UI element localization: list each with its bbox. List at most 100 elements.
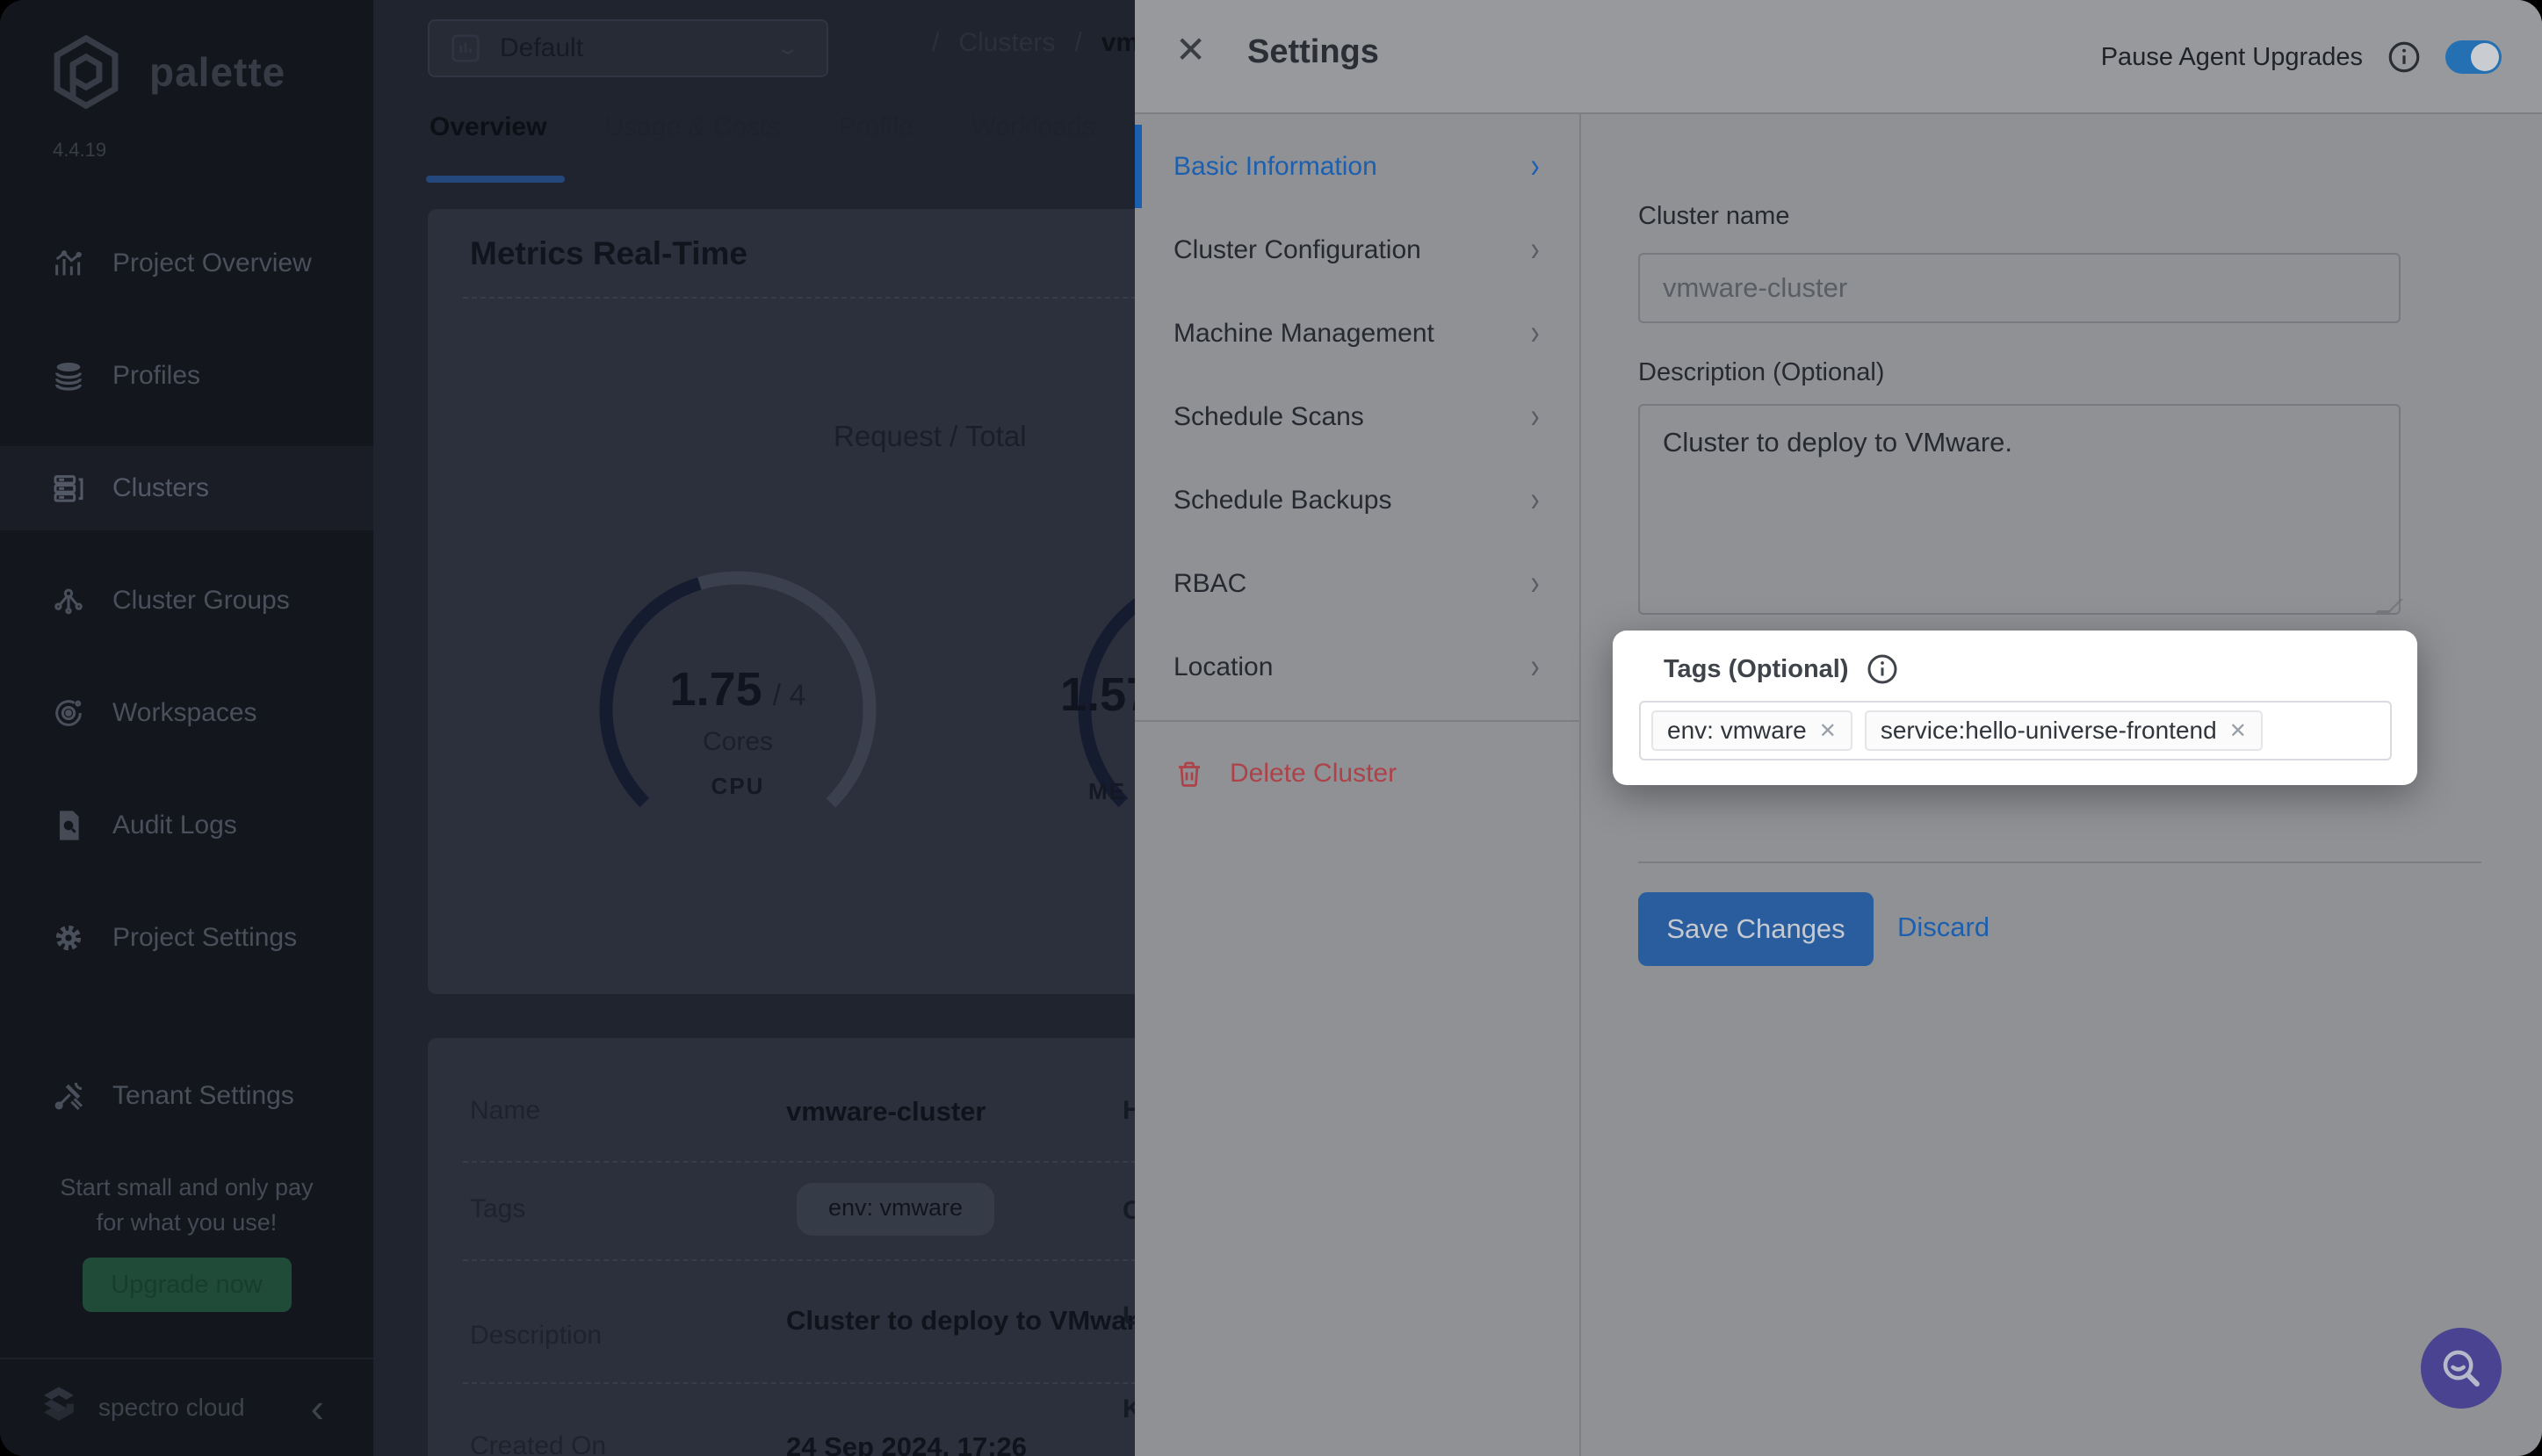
sidebar-item-profiles[interactable]: Profiles <box>0 334 373 418</box>
sidebar-item-clusters[interactable]: Clusters <box>0 446 373 530</box>
save-changes-button[interactable]: Save Changes <box>1638 892 1874 966</box>
settings-nav-cluster-configuration[interactable]: Cluster Configuration › <box>1135 208 1579 292</box>
upgrade-promo: Start small and only pay for what you us… <box>0 1170 373 1312</box>
pause-agent-upgrades-label: Pause Agent Upgrades <box>2101 43 2363 72</box>
settings-drawer: ✕ Settings Pause Agent Upgrades Basic In… <box>1135 0 2542 1456</box>
sidebar-footer: spectro cloud ‹ <box>0 1358 373 1456</box>
breadcrumb-separator: / <box>932 28 939 58</box>
tag-chip-env-vmware: env: vmware <box>797 1183 994 1236</box>
nav-item-label: Location <box>1174 652 1273 682</box>
nav-item-label: Basic Information <box>1174 152 1377 182</box>
sidebar-item-project-settings[interactable]: Project Settings <box>0 896 373 980</box>
delete-cluster-label: Delete Cluster <box>1230 759 1397 789</box>
sidebar-item-label: Clusters <box>112 473 209 503</box>
settings-nav-schedule-scans[interactable]: Schedule Scans › <box>1135 375 1579 458</box>
upgrade-now-button[interactable]: Upgrade now <box>83 1258 292 1312</box>
detail-label-tags: Tags <box>470 1194 525 1224</box>
close-icon[interactable]: ✕ <box>1175 32 1206 68</box>
chevron-right-icon: › <box>1530 314 1539 353</box>
settings-nav-schedule-backups[interactable]: Schedule Backups › <box>1135 458 1579 542</box>
sidebar-item-cluster-groups[interactable]: Cluster Groups <box>0 559 373 643</box>
chevron-right-icon: › <box>1530 564 1539 603</box>
layers-icon <box>51 358 86 393</box>
remove-tag-icon[interactable]: ✕ <box>1819 718 1837 744</box>
tools-icon <box>51 1078 86 1114</box>
detail-label-created-on: Created On <box>470 1431 606 1456</box>
sidebar-item-label: Workspaces <box>112 698 257 728</box>
settings-nav-machine-management[interactable]: Machine Management › <box>1135 292 1579 375</box>
detail-label-name: Name <box>470 1096 540 1126</box>
sidebar-item-project-overview[interactable]: Project Overview <box>0 221 373 306</box>
metrics-title: Metrics Real-Time <box>470 235 747 272</box>
cluster-name-label: Cluster name <box>1638 202 1789 231</box>
project-chart-icon <box>449 32 482 65</box>
tags-input-field[interactable]: env: vmware ✕ service:hello-universe-fro… <box>1639 701 2392 760</box>
app-version: 4.4.19 <box>53 139 106 162</box>
help-search-button[interactable] <box>2421 1328 2502 1409</box>
tab-profile[interactable]: Profile <box>839 112 914 169</box>
detail-label-description: Description <box>470 1321 602 1351</box>
promo-line2: for what you use! <box>0 1205 373 1240</box>
breadcrumb-separator: / <box>1074 28 1081 58</box>
form-divider <box>1638 861 2481 863</box>
magnifier-smile-icon <box>2437 1344 2485 1392</box>
cpu-unit: Cores <box>703 727 773 757</box>
drawer-header: ✕ Settings Pause Agent Upgrades <box>1135 0 2542 114</box>
settings-nav-rbac[interactable]: RBAC › <box>1135 542 1579 625</box>
breadcrumb-clusters-link[interactable]: Clusters <box>958 28 1055 58</box>
sidebar-nav: Project Overview Profiles Clusters Clust… <box>0 221 373 1166</box>
spectro-cloud-logo-icon <box>33 1380 84 1436</box>
pause-agent-upgrades-toggle[interactable] <box>2445 40 2502 74</box>
nav-item-label: RBAC <box>1174 569 1246 599</box>
discard-button[interactable]: Discard <box>1897 912 1990 943</box>
info-icon[interactable] <box>2386 39 2423 76</box>
trash-icon <box>1174 758 1205 789</box>
sidebar-item-label: Profiles <box>112 361 200 391</box>
delete-cluster-button[interactable]: Delete Cluster <box>1135 722 1579 825</box>
tag-text: service:hello-universe-frontend <box>1881 717 2217 745</box>
settings-nav: Basic Information › Cluster Configuratio… <box>1135 114 1581 1456</box>
cpu-total: / 4 <box>773 679 806 713</box>
palette-wordmark: palette <box>149 48 285 96</box>
chevron-right-icon: › <box>1530 147 1539 186</box>
tags-label: Tags (Optional) <box>1664 655 1849 684</box>
toggle-knob <box>2471 43 2499 71</box>
sidebar-item-label: Audit Logs <box>112 811 237 840</box>
project-selector-value: Default <box>500 33 583 63</box>
sidebar: palette 4.4.19 Project Overview Profiles <box>0 0 373 1456</box>
basic-information-form: Cluster name Description (Optional) Clus… <box>1581 114 2542 1456</box>
cpu-gauge: 1.75 / 4 Cores <box>571 543 905 876</box>
drawer-title: Settings <box>1247 33 1379 71</box>
sidebar-collapse-icon[interactable]: ‹ <box>311 1388 324 1428</box>
description-textarea[interactable]: Cluster to deploy to VMware. <box>1638 404 2401 615</box>
tags-spotlight: Tags (Optional) env: vmware ✕ service:he… <box>1613 631 2417 785</box>
tab-usage-costs[interactable]: Usage & Costs <box>604 112 780 169</box>
doc-search-icon <box>51 808 86 843</box>
project-selector[interactable]: Default ⌄ <box>428 19 828 77</box>
sidebar-item-label: Project Overview <box>112 249 312 278</box>
remove-tag-icon[interactable]: ✕ <box>2229 718 2247 744</box>
spectro-cloud-brand: spectro cloud <box>98 1394 245 1422</box>
chevron-right-icon: › <box>1530 230 1539 270</box>
nav-item-label: Schedule Scans <box>1174 402 1364 432</box>
bar-chart-icon <box>51 246 86 281</box>
info-icon[interactable] <box>1865 652 1900 687</box>
tab-overview[interactable]: Overview <box>430 112 546 169</box>
tag-chip-env-vmware: env: vmware ✕ <box>1651 710 1852 751</box>
settings-nav-location[interactable]: Location › <box>1135 625 1579 709</box>
nav-item-label: Cluster Configuration <box>1174 235 1421 265</box>
active-tab-underline <box>426 176 565 183</box>
settings-nav-basic-information[interactable]: Basic Information › <box>1135 125 1579 208</box>
sidebar-item-workspaces[interactable]: Workspaces <box>0 671 373 755</box>
gear-icon <box>51 920 86 955</box>
cpu-value: 1.75 <box>670 662 762 717</box>
sidebar-item-tenant-settings[interactable]: Tenant Settings <box>0 1054 373 1138</box>
cluster-name-input[interactable] <box>1638 253 2401 323</box>
chevron-right-icon: › <box>1530 397 1539 436</box>
pause-agent-upgrades-group: Pause Agent Upgrades <box>2101 0 2502 114</box>
nav-item-label: Machine Management <box>1174 319 1434 349</box>
server-icon <box>51 471 86 506</box>
network-icon <box>51 583 86 618</box>
sidebar-item-audit-logs[interactable]: Audit Logs <box>0 783 373 868</box>
tab-workloads[interactable]: Workloads <box>971 112 1095 169</box>
